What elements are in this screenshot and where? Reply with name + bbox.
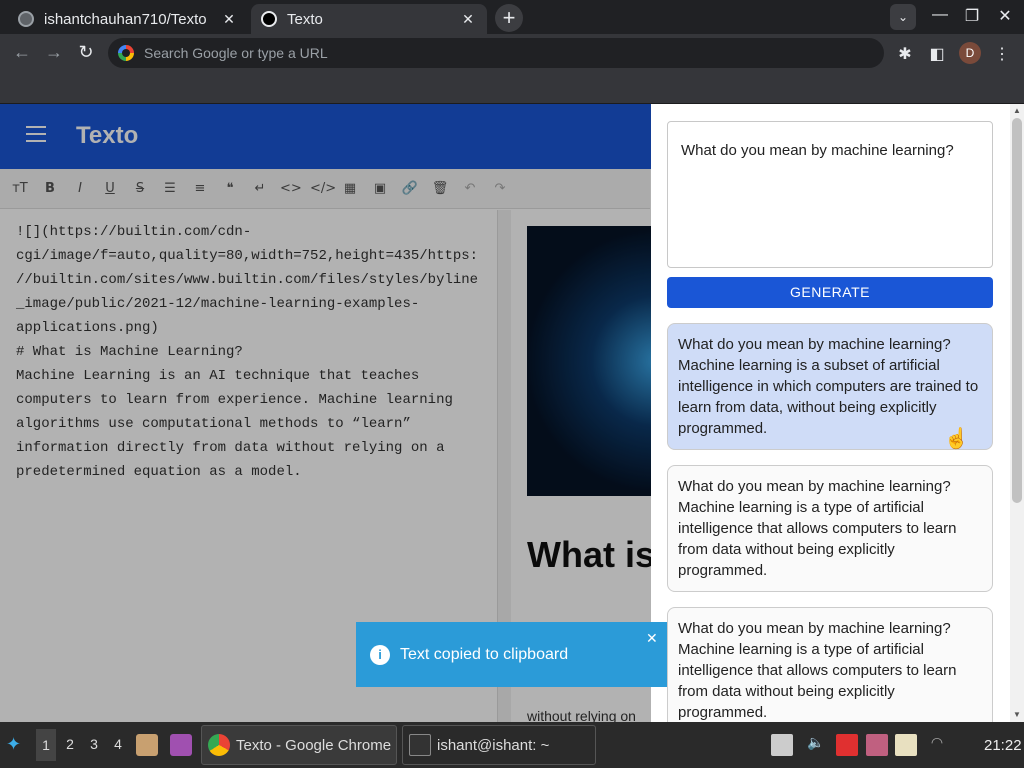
toast-close-icon[interactable]: ✕ bbox=[646, 630, 658, 647]
clock: 21:22 bbox=[984, 737, 1022, 754]
drawer-scrollbar[interactable]: ▲ ▼ bbox=[1010, 104, 1024, 722]
task-label: Texto - Google Chrome bbox=[236, 736, 392, 754]
tab-label: Texto bbox=[287, 10, 323, 28]
wifi-icon[interactable]: ◠ bbox=[926, 734, 948, 756]
task-terminal[interactable]: ishant@ishant: ~ bbox=[402, 725, 596, 765]
google-icon bbox=[118, 45, 134, 61]
scroll-thumb[interactable] bbox=[1012, 118, 1022, 503]
window-close-button[interactable]: ✕ bbox=[994, 6, 1016, 26]
workspace-3[interactable]: 3 bbox=[84, 736, 104, 752]
address-bar[interactable]: Search Google or type a URL bbox=[108, 38, 884, 68]
browser-tabstrip: ishantchauhan710/Texto ✕ Texto ✕ + ⌄ — ❐… bbox=[0, 0, 1024, 34]
workspace-2[interactable]: 2 bbox=[60, 736, 80, 752]
workspace-4[interactable]: 4 bbox=[108, 736, 128, 752]
anydesk-icon[interactable] bbox=[836, 734, 858, 756]
side-panel-icon[interactable]: ◧ bbox=[927, 44, 947, 64]
browser-toolbar: ← → ↻ Search Google or type a URL ✱ ◧ D … bbox=[0, 34, 1024, 72]
texto-favicon-icon bbox=[261, 11, 277, 27]
tab-search-button[interactable]: ⌄ bbox=[890, 4, 916, 30]
terminal-icon bbox=[409, 734, 431, 756]
back-button[interactable]: ← bbox=[11, 42, 33, 63]
result-card[interactable]: What do you mean by machine learning? Ma… bbox=[667, 465, 993, 592]
bookmarks-bar bbox=[0, 72, 1024, 104]
tab-close-icon[interactable]: ✕ bbox=[220, 11, 238, 28]
task-label: ishant@ishant: ~ bbox=[437, 736, 550, 754]
new-tab-button[interactable]: + bbox=[495, 4, 523, 32]
tab-github[interactable]: ishantchauhan710/Texto ✕ bbox=[8, 4, 248, 34]
scroll-up-icon[interactable]: ▲ bbox=[1013, 106, 1021, 115]
info-icon: i bbox=[370, 645, 390, 665]
os-taskbar: ✦ 1 2 3 4 Texto - Google Chrome ishant@i… bbox=[0, 722, 1024, 768]
toast-message: Text copied to clipboard bbox=[400, 646, 569, 663]
clipboard-toast: i Text copied to clipboard ✕ bbox=[356, 622, 667, 687]
scroll-down-icon[interactable]: ▼ bbox=[1013, 710, 1021, 719]
profile-avatar[interactable]: D bbox=[959, 42, 981, 64]
tab-texto[interactable]: Texto ✕ bbox=[251, 4, 487, 34]
address-placeholder: Search Google or type a URL bbox=[144, 45, 328, 61]
hand-cursor-icon: ☝ bbox=[944, 428, 969, 450]
app-launcher-icon[interactable] bbox=[170, 734, 192, 756]
generate-button[interactable]: GENERATE bbox=[667, 277, 993, 308]
browser-menu-icon[interactable]: ⋮ bbox=[992, 44, 1012, 64]
tab-close-icon[interactable]: ✕ bbox=[459, 11, 477, 28]
clipboard-icon[interactable] bbox=[895, 734, 917, 756]
reload-button[interactable]: ↻ bbox=[75, 42, 97, 63]
github-icon bbox=[18, 11, 34, 27]
screenshot-icon[interactable] bbox=[866, 734, 888, 756]
file-manager-icon[interactable] bbox=[136, 734, 158, 756]
volume-icon[interactable]: 🔈 bbox=[805, 734, 827, 756]
extensions-icon[interactable]: ✱ bbox=[895, 44, 915, 64]
drive-icon[interactable] bbox=[771, 734, 793, 756]
chrome-icon bbox=[208, 734, 230, 756]
forward-button[interactable]: → bbox=[43, 42, 65, 63]
prompt-input[interactable]: What do you mean by machine learning? bbox=[667, 121, 993, 268]
start-menu-icon[interactable]: ✦ bbox=[6, 734, 26, 754]
result-card[interactable]: What do you mean by machine learning? Ma… bbox=[667, 607, 993, 722]
maximize-button[interactable]: ❐ bbox=[961, 6, 983, 26]
tab-label: ishantchauhan710/Texto bbox=[44, 10, 207, 28]
generate-drawer: What do you mean by machine learning? GE… bbox=[651, 104, 1024, 722]
minimize-button[interactable]: — bbox=[929, 6, 951, 24]
workspace-1[interactable]: 1 bbox=[36, 729, 56, 761]
task-chrome[interactable]: Texto - Google Chrome bbox=[201, 725, 397, 765]
